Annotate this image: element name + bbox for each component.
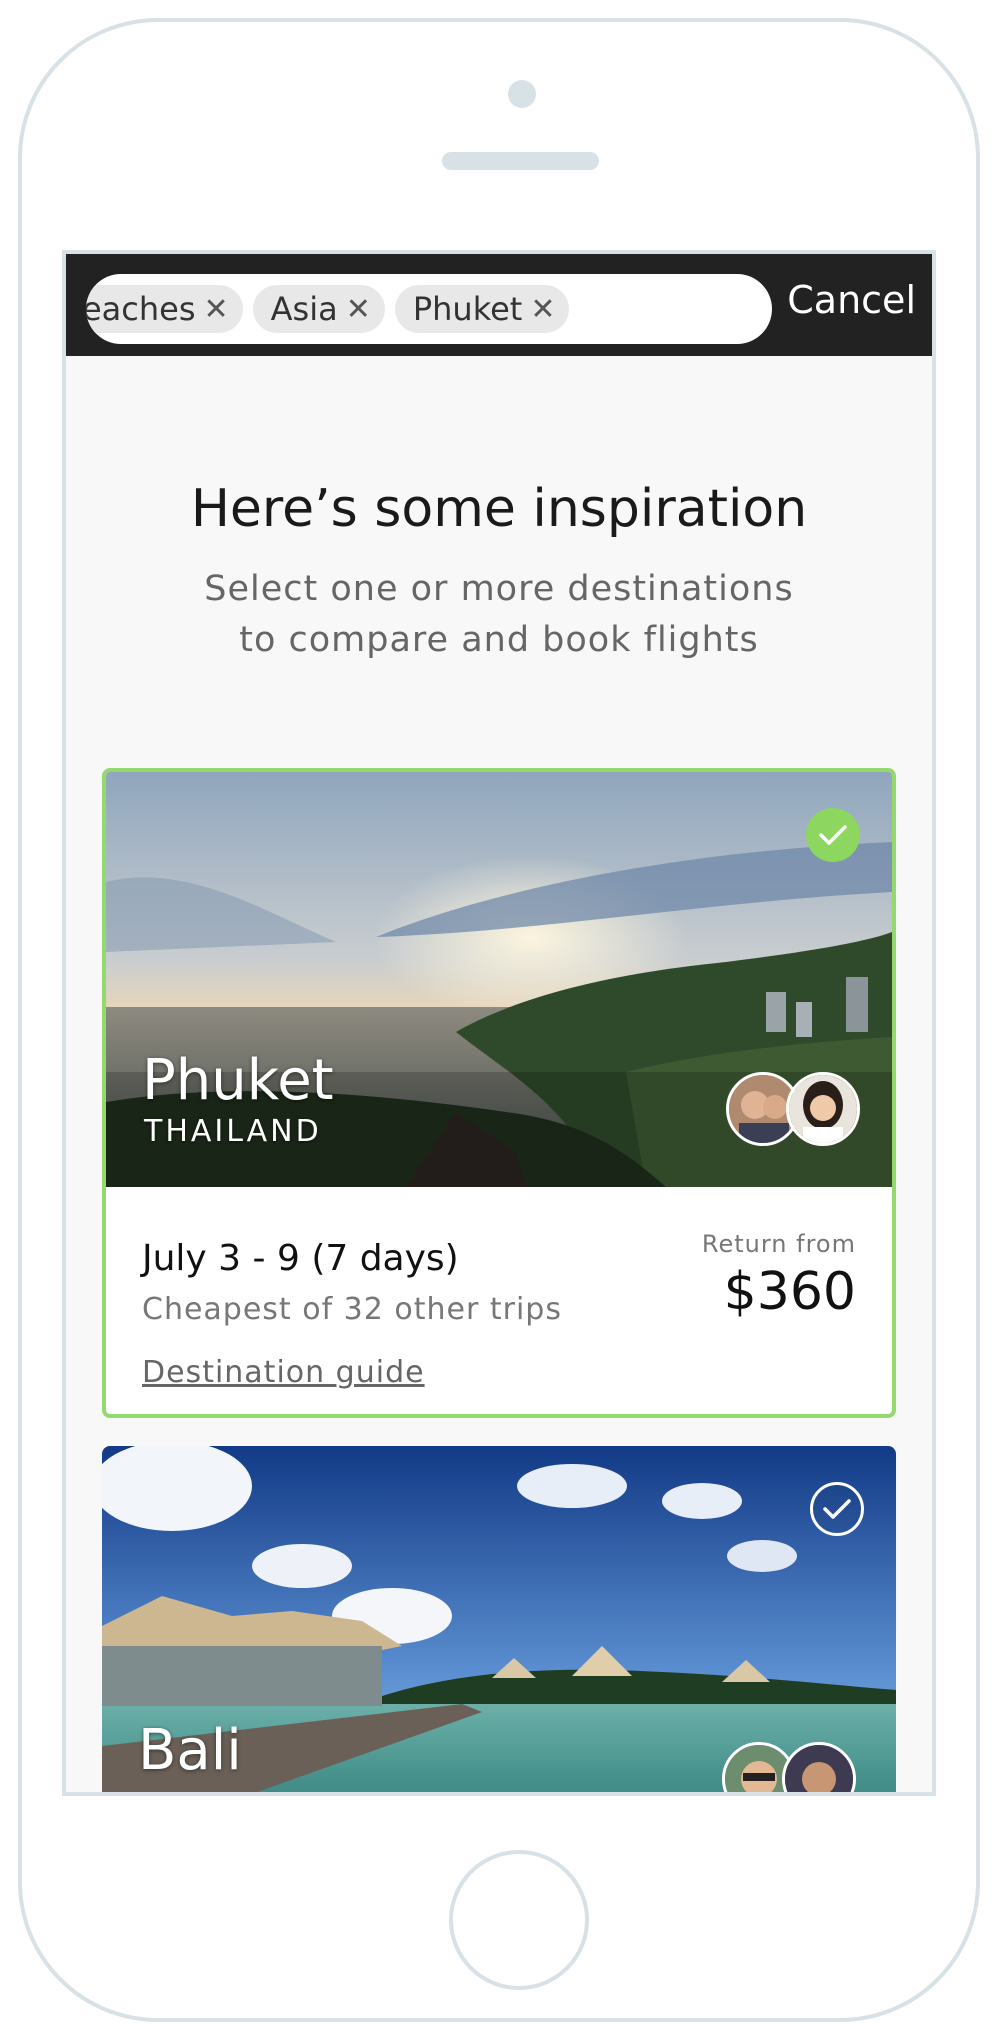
destination-country: THAILAND — [144, 1114, 322, 1149]
cancel-button[interactable]: Cancel — [787, 278, 916, 322]
chip-label: Asia — [270, 290, 338, 328]
page-subtitle-line1: Select one or more destinations — [204, 569, 794, 609]
search-chips: Beaches ✕ Asia ✕ Phuket ✕ — [86, 274, 570, 344]
check-icon[interactable] — [810, 1482, 864, 1536]
page-title: Here’s some inspiration — [190, 479, 808, 539]
close-icon[interactable]: ✕ — [346, 292, 371, 327]
page-subtitle-line2: to compare and book flights — [239, 620, 759, 660]
chip-beaches[interactable]: Beaches ✕ — [86, 285, 243, 333]
trip-dates: July 3 - 9 (7 days) — [142, 1238, 459, 1279]
chip-label: Phuket — [412, 290, 523, 328]
search-bar: Beaches ✕ Asia ✕ Phuket ✕ Cancel — [66, 254, 932, 356]
chip-phuket[interactable]: Phuket ✕ — [394, 285, 570, 333]
destination-name: Phuket — [142, 1048, 334, 1113]
close-icon[interactable]: ✕ — [203, 292, 228, 327]
speaker-grille — [442, 152, 599, 170]
chip-asia[interactable]: Asia ✕ — [252, 285, 385, 333]
chip-label: Beaches — [86, 290, 196, 328]
avatar — [786, 1072, 860, 1146]
price: $360 — [723, 1262, 856, 1322]
home-button[interactable] — [449, 1850, 589, 1990]
return-from-label: Return from — [701, 1230, 856, 1258]
search-input[interactable]: Beaches ✕ Asia ✕ Phuket ✕ — [86, 274, 772, 344]
app-screen: Beaches ✕ Asia ✕ Phuket ✕ Cancel Here’s … — [62, 250, 936, 1796]
destination-guide-link[interactable]: Destination guide — [142, 1355, 425, 1390]
check-icon[interactable] — [806, 808, 860, 862]
destination-card-bali[interactable]: Bali — [102, 1446, 896, 1792]
cheapest-note: Cheapest of 32 other trips — [142, 1292, 562, 1327]
close-icon[interactable]: ✕ — [530, 292, 555, 327]
camera-dot — [508, 80, 536, 108]
destination-name: Bali — [138, 1718, 242, 1783]
destination-card-phuket[interactable]: Phuket THAILAND July 3 - 9 (7 days) Chea… — [102, 768, 896, 1418]
